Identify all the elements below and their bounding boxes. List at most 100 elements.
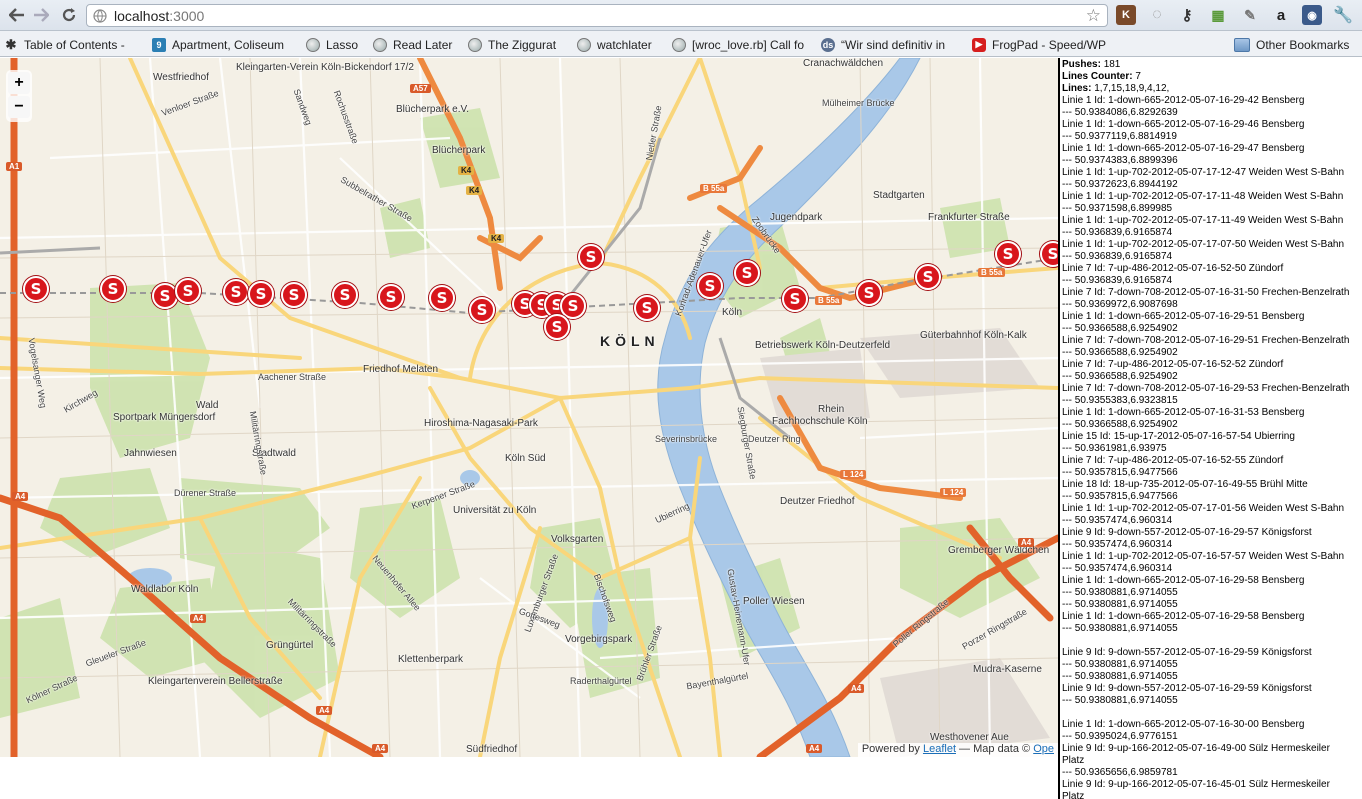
log-entry: Linie 7 Id: 7-up-486-2012-05-07-16-52-55… <box>1062 455 1284 466</box>
globe-icon <box>672 37 686 52</box>
zoom-in-button[interactable]: + <box>8 72 30 94</box>
other-bookmarks-folder[interactable]: Other Bookmarks <box>1234 36 1362 53</box>
wrench-icon[interactable]: 🔧 <box>1333 5 1353 25</box>
log-coordinate: --- 50.9380881,6.9714055 <box>1062 659 1178 670</box>
road-shield: L 124 <box>940 488 967 497</box>
s-bahn-marker[interactable]: S <box>697 273 723 299</box>
log-entry: Linie 9 Id: 9-down-557-2012-05-07-16-29-… <box>1062 527 1312 538</box>
map-label: Mudra-Kaserne <box>973 664 1042 675</box>
log-coordinate: --- 50.9366588,6.9254902 <box>1062 323 1178 334</box>
bookmark-item[interactable]: [wroc_love.rb] Call fo <box>672 36 806 53</box>
sync-icon[interactable]: ◌ <box>1147 5 1167 25</box>
map-label: Westhovener Aue <box>930 732 1009 743</box>
log-entry: Linie 1 Id: 1-up-702-2012-05-07-17-12-47… <box>1062 167 1345 178</box>
s-bahn-marker[interactable]: S <box>378 284 404 310</box>
map-label: Waldlabor Köln <box>131 584 199 595</box>
log-entry: Linie 1 Id: 1-up-702-2012-05-07-17-01-56… <box>1062 503 1345 514</box>
log-entry: Linie 7 Id: 7-up-486-2012-05-07-16-52-50… <box>1062 263 1284 274</box>
map-label: Köln <box>722 307 743 318</box>
map-view[interactable]: + − Westfriedhof Kleingarten-Verein Köln… <box>0 58 1058 757</box>
s-bahn-marker[interactable]: S <box>634 295 660 321</box>
map-label: Sportpark Müngersdorf <box>113 412 216 423</box>
globe-icon <box>373 37 387 52</box>
address-bar[interactable]: localhost:3000 ☆ <box>86 4 1108 27</box>
log-entry: Linie 1 Id: 1-down-665-2012-05-07-16-29-… <box>1062 95 1305 106</box>
road-shield: A4 <box>190 614 207 623</box>
bookmark-item[interactable]: ▶ FrogPad - Speed/WP <box>972 36 1106 53</box>
s-bahn-marker[interactable]: S <box>152 283 178 309</box>
forward-arrow-icon[interactable] <box>30 5 52 25</box>
road-shield: A1 <box>6 162 23 171</box>
s-bahn-marker[interactable]: S <box>469 297 495 323</box>
map-label: Blücherpark <box>432 145 486 156</box>
globe-icon <box>577 37 591 52</box>
log-entry: Platz <box>1062 791 1085 799</box>
bookmark-item[interactable]: 9 Apartment, Coliseum <box>152 36 290 53</box>
log-coordinate: --- 50.9380881,6.9714055 <box>1062 695 1178 706</box>
s-bahn-marker[interactable]: S <box>223 279 249 305</box>
s-bahn-marker[interactable]: S <box>578 244 604 270</box>
bookmarks-bar: ✱ Table of Contents - 9 Apartment, Coliseu… <box>0 31 1362 82</box>
log-entry <box>1062 635 1362 647</box>
map-label: Südfriedhof <box>466 744 518 755</box>
log-entry: Linie 1 Id: 1-down-665-2012-05-07-16-29-… <box>1062 311 1305 322</box>
bookmark-star-icon[interactable]: ☆ <box>1086 6 1101 26</box>
leaflet-link[interactable]: Leaflet <box>923 743 956 755</box>
log-entry: Linie 1 Id: 1-up-702-2012-05-07-17-11-48… <box>1062 191 1344 202</box>
bookmark-item[interactable]: Lasso <box>306 36 366 53</box>
s-bahn-marker[interactable]: S <box>332 282 358 308</box>
reload-icon[interactable] <box>58 5 80 25</box>
map-label: Raderthalgürtel <box>570 676 632 686</box>
log-coordinate: --- 50.9361981,6.93975 <box>1062 443 1167 454</box>
s-bahn-marker[interactable]: S <box>915 264 941 290</box>
log-entry: Linie 18 Id: 18-up-735-2012-05-07-16-49-… <box>1062 479 1308 490</box>
zoom-out-button[interactable]: − <box>8 96 30 118</box>
map-label: Deutzer Ring <box>748 434 801 444</box>
url-text[interactable]: localhost:3000 <box>114 8 204 24</box>
log-entry <box>1062 707 1362 719</box>
s-bahn-marker[interactable]: S <box>429 285 455 311</box>
notes-icon[interactable]: ✎ <box>1240 5 1260 25</box>
page-globe-icon <box>93 9 107 28</box>
s-bahn-marker[interactable]: S <box>23 276 49 302</box>
road-shield: A4 <box>12 492 29 501</box>
s-bahn-marker[interactable]: S <box>544 314 570 340</box>
youtube-icon: ▶ <box>972 37 986 52</box>
s-bahn-marker[interactable]: S <box>175 278 201 304</box>
camera-icon[interactable]: ◉ <box>1302 5 1322 25</box>
log-entry: Linie 1 Id: 1-down-665-2012-05-07-16-29-… <box>1062 611 1305 622</box>
road-shield: A4 <box>316 706 333 715</box>
folder-icon <box>1234 37 1250 52</box>
log-coordinate: --- 50.9377119,6.8814919 <box>1062 131 1177 142</box>
log-coordinate: --- 50.9380881,6.9714055 <box>1062 587 1178 598</box>
s-bahn-marker[interactable]: S <box>995 241 1021 267</box>
bookmark-item[interactable]: The Ziggurat <box>468 36 566 53</box>
back-arrow-icon[interactable] <box>6 5 28 25</box>
log-coordinate: --- 50.9357815,6.9477566 <box>1062 491 1178 502</box>
log-entry: Linie 7 Id: 7-down-708-2012-05-07-16-29-… <box>1062 383 1350 394</box>
s-bahn-marker[interactable]: S <box>782 286 808 312</box>
s-bahn-marker[interactable]: S <box>734 260 760 286</box>
map-label: Güterbahnhof Köln-Kalk <box>920 330 1027 341</box>
city-label: KÖLN <box>600 333 660 349</box>
s-bahn-marker[interactable]: S <box>856 280 882 306</box>
extension-k-icon[interactable]: K <box>1116 5 1136 25</box>
log-coordinate: --- 50.9357474,6.960314 <box>1062 539 1173 550</box>
map-label: Poller Wiesen <box>743 596 805 607</box>
qr-icon[interactable]: ▦ <box>1208 5 1228 25</box>
s-bahn-marker[interactable]: S <box>100 276 126 302</box>
bookmark-item[interactable]: ✱ Table of Contents - <box>4 36 134 53</box>
lines-counter-value: 7 <box>1135 71 1141 82</box>
s-bahn-marker[interactable]: S <box>248 281 274 307</box>
bookmark-item[interactable]: watchlater <box>577 36 667 53</box>
map-label: Cranachwäldchen <box>803 58 884 69</box>
amazon-icon[interactable]: a <box>1271 5 1291 25</box>
map-label: Köln Süd <box>505 453 546 464</box>
log-coordinate: --- 50.9366588,6.9254902 <box>1062 347 1178 358</box>
bookmark-item[interactable]: Read Later <box>373 36 455 53</box>
s-bahn-marker[interactable]: S <box>281 282 307 308</box>
bookmark-item[interactable]: ds “Wir sind definitiv in <box>821 36 955 53</box>
key-icon[interactable]: ⚷ <box>1177 5 1197 25</box>
osm-link[interactable]: Ope <box>1033 743 1054 755</box>
map-label: Westfriedhof <box>153 72 209 83</box>
